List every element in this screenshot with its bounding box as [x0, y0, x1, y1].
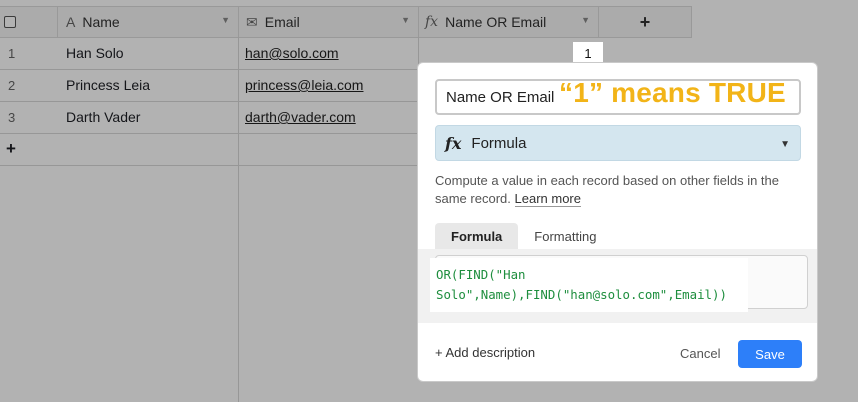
learn-more-link[interactable]: Learn more	[514, 191, 581, 207]
name-cell[interactable]: Darth Vader	[66, 109, 140, 125]
table-row[interactable]: 1 Han Solo han@solo.com	[0, 37, 418, 70]
email-link[interactable]: princess@leia.com	[245, 77, 363, 93]
formula-result-cell: 1	[573, 42, 603, 64]
column-header-label: Name	[82, 14, 120, 30]
select-all-checkbox[interactable]	[4, 16, 16, 28]
column-header-label: Name OR Email	[445, 14, 547, 30]
formula-icon: fx	[445, 133, 462, 153]
email-link[interactable]: han@solo.com	[245, 45, 339, 61]
column-header-label: Email	[264, 14, 300, 30]
formula-input[interactable]: OR(FIND("Han Solo",Name),FIND("han@solo.…	[430, 258, 748, 312]
add-row-button[interactable]: +	[6, 139, 16, 159]
formula-icon: fx	[425, 14, 439, 30]
email-field-icon: ✉	[246, 13, 258, 30]
column-divider	[238, 37, 239, 402]
caret-down-icon: ▼	[780, 139, 790, 150]
add-column-button[interactable]: +	[599, 7, 692, 37]
column-header-name[interactable]: A Name ▼	[58, 7, 239, 37]
column-header-formula[interactable]: fx Name OR Email ▼	[419, 7, 599, 37]
chevron-down-icon[interactable]: ▼	[221, 15, 230, 25]
add-row[interactable]: +	[0, 133, 418, 166]
column-header-email[interactable]: ✉ Email ▼	[239, 7, 419, 37]
add-description-button[interactable]: + Add description	[435, 345, 535, 360]
description-text: Compute a value in each record based on …	[435, 173, 779, 206]
chevron-down-icon[interactable]: ▼	[581, 15, 590, 25]
annotation-text: “1” means TRUE	[559, 77, 786, 108]
select-all-cell[interactable]	[0, 7, 58, 37]
field-type-label: Formula	[471, 134, 527, 152]
field-config-dialog: Name OR Email “1” means TRUE fx Formula …	[417, 62, 818, 382]
tab-formatting[interactable]: Formatting	[518, 223, 612, 251]
cancel-button[interactable]: Cancel	[680, 346, 720, 361]
save-button[interactable]: Save	[738, 340, 802, 368]
field-type-description: Compute a value in each record based on …	[435, 172, 805, 208]
text-field-icon: A	[66, 14, 76, 30]
row-number: 2	[8, 77, 16, 93]
field-name-value: Name OR Email	[446, 88, 555, 106]
chevron-down-icon[interactable]: ▼	[401, 15, 410, 25]
email-link[interactable]: darth@vader.com	[245, 109, 356, 125]
tab-formula[interactable]: Formula	[435, 223, 519, 251]
name-cell[interactable]: Princess Leia	[66, 77, 150, 93]
table-row[interactable]: 3 Darth Vader darth@vader.com	[0, 101, 418, 134]
plus-icon: +	[639, 11, 651, 32]
grid-header-row: A Name ▼ ✉ Email ▼ fx Name OR Email ▼ +	[0, 6, 692, 38]
editor-tabs: Formula Formatting	[435, 223, 612, 251]
name-cell[interactable]: Han Solo	[66, 45, 124, 61]
row-number: 1	[8, 45, 16, 61]
formula-line-2: Solo",Name),FIND("han@solo.com",Email))	[436, 287, 727, 302]
field-type-select[interactable]: fx Formula ▼	[435, 125, 801, 161]
row-number: 3	[8, 109, 16, 125]
formula-line-1: OR(FIND("Han	[436, 267, 526, 282]
table-row[interactable]: 2 Princess Leia princess@leia.com	[0, 69, 418, 102]
